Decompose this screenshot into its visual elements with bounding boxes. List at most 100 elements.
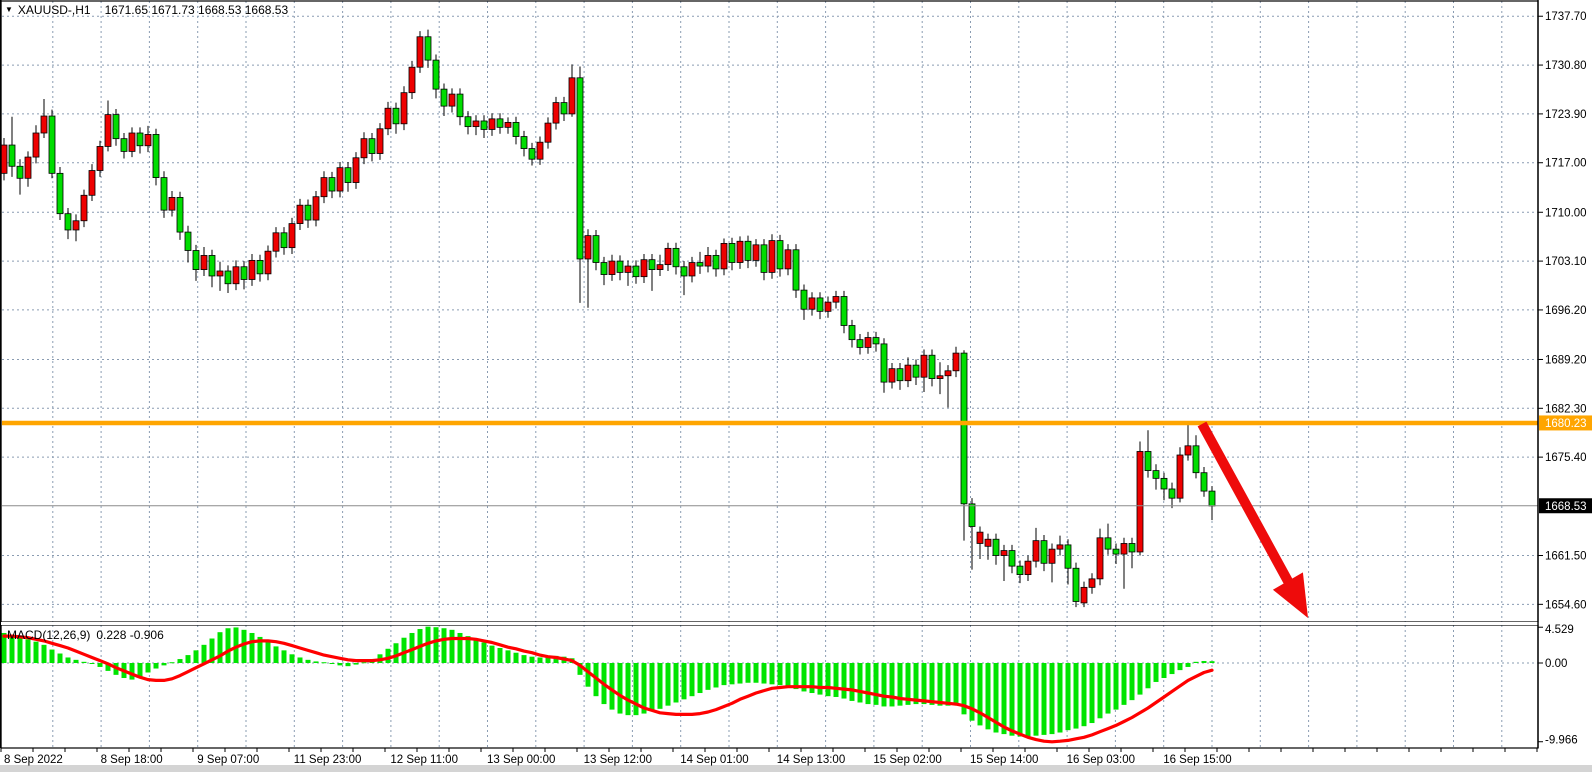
time-axis-label[interactable]: 9 Sep 07:00 xyxy=(197,754,259,766)
candle-body xyxy=(649,260,655,270)
macd-histogram-bar xyxy=(1162,663,1167,678)
macd-histogram-bar xyxy=(346,663,351,666)
time-axis-label[interactable]: 13 Sep 00:00 xyxy=(487,754,555,766)
candle-body xyxy=(793,250,799,290)
candle-body xyxy=(313,197,319,220)
candle-body xyxy=(257,260,263,273)
candle-body xyxy=(641,260,647,277)
candle-body xyxy=(297,205,303,223)
candle-body xyxy=(361,139,367,158)
macd-histogram-bar xyxy=(314,661,319,663)
candle-body xyxy=(777,241,783,269)
macd-histogram-bar xyxy=(298,657,303,663)
candle-body xyxy=(377,129,383,154)
price-axis-label: 1703.10 xyxy=(1545,256,1587,268)
candle-body xyxy=(425,37,431,60)
candle-body xyxy=(209,255,215,276)
macd-histogram-bar xyxy=(1114,663,1119,710)
macd-histogram-bar xyxy=(362,662,367,663)
macd-histogram-bar xyxy=(1050,663,1055,734)
indicator-label: MACD(12,26,9) 0.228 -0.906 xyxy=(7,628,164,642)
candle-body xyxy=(929,355,935,378)
indicator-name: MACD(12,26,9) xyxy=(7,628,90,642)
candle-body xyxy=(497,119,503,127)
price-axis-label: 1682.30 xyxy=(1545,403,1587,415)
candle-body xyxy=(753,245,759,261)
macd-histogram-bar xyxy=(778,663,783,685)
macd-histogram-bar xyxy=(514,653,519,663)
time-axis-label[interactable]: 16 Sep 15:00 xyxy=(1163,754,1231,766)
macd-histogram-bar xyxy=(786,663,791,687)
candle-body xyxy=(809,298,815,309)
candle-body xyxy=(1129,543,1135,551)
macd-histogram-bar xyxy=(26,639,31,663)
candle-body xyxy=(193,250,199,269)
candle-body xyxy=(1137,451,1143,551)
time-axis-label[interactable]: 16 Sep 03:00 xyxy=(1067,754,1135,766)
pane-separator[interactable] xyxy=(1,622,1538,625)
macd-histogram-bar xyxy=(714,663,719,687)
time-axis-label[interactable]: 8 Sep 2022 xyxy=(4,754,63,766)
time-axis-label[interactable]: 8 Sep 18:00 xyxy=(101,754,163,766)
macd-histogram-bar xyxy=(674,663,679,703)
indicator-values: 0.228 -0.906 xyxy=(96,628,163,642)
time-axis-label[interactable]: 14 Sep 13:00 xyxy=(777,754,845,766)
candle-body xyxy=(57,173,63,213)
candle-body xyxy=(1009,551,1015,567)
time-axis-label[interactable]: 14 Sep 01:00 xyxy=(680,754,748,766)
candle-body xyxy=(1033,541,1039,562)
time-axis-label[interactable]: 15 Sep 02:00 xyxy=(873,754,941,766)
time-axis-label[interactable]: 12 Sep 11:00 xyxy=(390,754,458,766)
time-axis-label[interactable]: 11 Sep 23:00 xyxy=(294,754,362,766)
macd-histogram-bar xyxy=(1066,663,1071,730)
candle-body xyxy=(1193,446,1199,473)
candle-body xyxy=(393,108,399,124)
candle-body xyxy=(1097,538,1103,579)
macd-histogram-bar xyxy=(626,663,631,715)
bottom-window-strip xyxy=(0,767,1592,772)
macd-histogram-bar xyxy=(970,663,975,721)
macd-histogram-bar xyxy=(354,663,359,665)
candle-body xyxy=(305,205,311,220)
price-axis-label: 1689.20 xyxy=(1545,354,1587,366)
candle-body xyxy=(1105,538,1111,549)
candle-body xyxy=(593,236,599,263)
candle-body xyxy=(353,158,359,183)
candle-body xyxy=(385,108,391,129)
macd-histogram-bar xyxy=(682,663,687,699)
chart-canvas[interactable]: 1737.701730.801723.901717.001710.001703.… xyxy=(0,0,1592,772)
macd-histogram-bar xyxy=(1122,663,1127,705)
macd-histogram-bar xyxy=(866,663,871,704)
candle-body xyxy=(1017,566,1023,574)
candle-body xyxy=(129,133,135,151)
macd-histogram-bar xyxy=(450,630,455,663)
candle-body xyxy=(873,338,879,344)
macd-histogram-bar xyxy=(1146,663,1151,688)
macd-histogram-bar xyxy=(890,663,895,706)
candle-body xyxy=(25,157,31,178)
macd-histogram-bar xyxy=(1018,663,1023,736)
time-axis-label[interactable]: 13 Sep 12:00 xyxy=(584,754,652,766)
price-axis-label: 1730.80 xyxy=(1545,60,1587,72)
macd-axis-label: -9.966 xyxy=(1545,735,1578,747)
candle-body xyxy=(337,168,343,191)
macd-histogram-bar xyxy=(914,663,919,704)
chart-title-ohlc: 1671.65 1671.73 1668.53 1668.53 xyxy=(105,3,289,17)
macd-histogram-bar xyxy=(762,663,767,684)
macd-histogram-bar xyxy=(442,628,447,663)
macd-histogram-bar xyxy=(858,663,863,703)
macd-histogram-bar xyxy=(706,663,711,690)
symbol-dropdown-icon[interactable]: ▼ xyxy=(5,5,13,14)
candle-body xyxy=(369,139,375,154)
candle-body xyxy=(1041,541,1047,564)
candle-body xyxy=(1121,543,1127,554)
candle-body xyxy=(17,166,23,178)
candle-body xyxy=(73,221,79,230)
macd-histogram-bar xyxy=(938,663,943,706)
macd-histogram-bar xyxy=(810,663,815,693)
macd-histogram-bar xyxy=(1138,663,1143,695)
macd-histogram-bar xyxy=(826,663,831,696)
candle-body xyxy=(849,325,855,339)
time-axis-label[interactable]: 15 Sep 14:00 xyxy=(970,754,1038,766)
candle-body xyxy=(697,263,703,267)
